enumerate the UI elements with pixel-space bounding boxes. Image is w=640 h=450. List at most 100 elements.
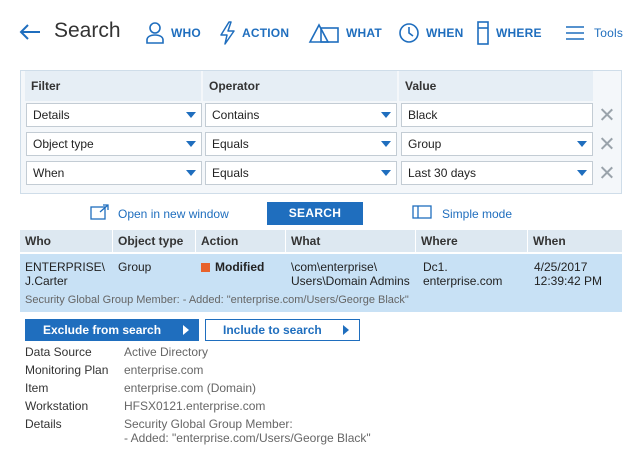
cell-object-type: Group: [118, 260, 152, 274]
detail-value-workstation: HFSX0121.enterprise.com: [124, 399, 266, 413]
top-bar: Search WHO ACTION WHAT WHEN WHERE Tools: [0, 0, 640, 64]
value-input-text: Black: [408, 108, 438, 122]
operator-select-value: Equals: [212, 166, 249, 180]
remove-filter-icon[interactable]: [599, 107, 615, 123]
operator-select[interactable]: Contains: [205, 103, 397, 127]
operator-select-value: Equals: [212, 137, 249, 151]
detail-label-item: Item: [25, 381, 49, 395]
cell-where-line1: Dc1.: [423, 260, 448, 274]
cell-what-line1: \com\enterprise\: [291, 260, 378, 274]
nav-where-label: WHERE: [496, 26, 542, 40]
nav-when[interactable]: WHEN: [398, 19, 463, 47]
cell-where: Dc1. enterprise.com: [423, 260, 533, 288]
value-select[interactable]: Group: [401, 132, 593, 156]
lightning-icon: [218, 21, 236, 45]
detail-value-item: enterprise.com (Domain): [124, 381, 257, 395]
filter-select[interactable]: Object type: [26, 132, 202, 156]
table-row[interactable]: ENTERPRISE\ J.Carter Group Modified \com…: [20, 254, 622, 312]
nav-what[interactable]: WHAT: [308, 19, 382, 47]
cell-when: 4/25/2017 12:39:42 PM: [534, 260, 624, 288]
value-input[interactable]: Black: [401, 103, 593, 127]
play-arrow-icon: [343, 325, 349, 335]
play-arrow-icon: [183, 325, 189, 335]
results-table-header: Who Object type Action What Where When: [20, 230, 622, 252]
detail-value-details-line2: - Added: "enterprise.com/Users/George Bl…: [124, 431, 371, 445]
column-header-action[interactable]: Action: [196, 230, 286, 252]
filter-select[interactable]: When: [26, 161, 202, 185]
clock-icon: [398, 22, 420, 44]
operator-select[interactable]: Equals: [205, 161, 397, 185]
modified-status-icon: [201, 262, 210, 272]
nav-tools[interactable]: Tools: [566, 19, 623, 47]
nav-who[interactable]: WHO: [145, 19, 201, 47]
cell-action: Modified: [201, 260, 291, 274]
filter-select-value: Details: [33, 108, 70, 122]
cell-who: ENTERPRISE\ J.Carter: [25, 260, 115, 288]
value-select-value: Last 30 days: [408, 166, 477, 180]
hamburger-icon: [566, 25, 584, 41]
detail-label-workstation: Workstation: [25, 399, 89, 413]
back-arrow-icon[interactable]: [18, 20, 42, 44]
column-header-who[interactable]: Who: [20, 230, 113, 252]
filter-select[interactable]: Details: [26, 103, 202, 127]
nav-when-label: WHEN: [426, 26, 464, 40]
include-to-search-button[interactable]: Include to search: [205, 319, 360, 341]
open-new-window-link[interactable]: Open in new window: [90, 204, 229, 223]
simple-mode-label: Simple mode: [442, 206, 513, 221]
open-new-window-label: Open in new window: [118, 206, 229, 221]
filter-select-value: When: [33, 166, 65, 180]
operator-column-header: Operator: [203, 71, 397, 101]
value-column-header: Value: [399, 71, 593, 101]
remove-filter-icon[interactable]: [599, 136, 615, 152]
value-select-value: Group: [408, 137, 442, 151]
cell-who-user: J.Carter: [25, 274, 68, 288]
detail-value-data-source: Active Directory: [124, 345, 209, 359]
cell-when-date: 4/25/2017: [534, 260, 588, 274]
nav-where[interactable]: WHERE: [476, 19, 542, 47]
detail-value-monitoring-plan: enterprise.com: [124, 363, 204, 377]
filter-column-header: Filter: [25, 71, 201, 101]
page-title: Search: [54, 19, 121, 42]
dropdown-arrow-icon: [577, 141, 587, 147]
include-label: Include to search: [223, 323, 322, 337]
detail-label-details: Details: [25, 417, 62, 431]
exclude-label: Exclude from search: [43, 323, 162, 337]
nav-action[interactable]: ACTION: [218, 19, 289, 47]
column-header-what[interactable]: What: [286, 230, 416, 252]
value-select[interactable]: Last 30 days: [401, 161, 593, 185]
operator-select-value: Contains: [212, 108, 260, 122]
row-detail-text: Security Global Group Member: - Added: "…: [25, 294, 409, 306]
filter-select-value: Object type: [33, 137, 94, 151]
dropdown-arrow-icon: [186, 170, 196, 176]
cell-where-line2: enterprise.com: [423, 274, 503, 288]
column-header-where[interactable]: Where: [416, 230, 528, 252]
dropdown-arrow-icon: [381, 141, 391, 147]
simple-mode-link[interactable]: Simple mode: [412, 204, 512, 223]
cell-action-text: Modified: [215, 260, 265, 274]
server-icon: [476, 21, 490, 45]
detail-value-details: Security Global Group Member: - Added: "…: [124, 417, 371, 445]
search-button[interactable]: SEARCH: [267, 202, 363, 225]
remove-filter-icon[interactable]: [599, 165, 615, 181]
nav-action-label: ACTION: [242, 26, 290, 40]
shapes-icon: [308, 22, 340, 44]
detail-value-details-line1: Security Global Group Member:: [124, 417, 293, 431]
filter-panel: Filter Operator Value Details Contains B…: [20, 70, 622, 194]
user-icon: [145, 21, 165, 45]
cell-when-time: 12:39:42 PM: [534, 274, 603, 288]
nav-what-label: WHAT: [346, 26, 382, 40]
cell-what-line2: Users\Domain Admins: [291, 274, 410, 288]
external-link-icon: [90, 204, 110, 223]
detail-label-data-source: Data Source: [25, 345, 92, 359]
cell-who-domain: ENTERPRISE\: [25, 260, 106, 274]
exclude-from-search-button[interactable]: Exclude from search: [25, 319, 199, 341]
detail-label-monitoring-plan: Monitoring Plan: [25, 363, 109, 377]
dropdown-arrow-icon: [186, 112, 196, 118]
nav-who-label: WHO: [171, 26, 201, 40]
column-header-object-type[interactable]: Object type: [113, 230, 196, 252]
dropdown-arrow-icon: [186, 141, 196, 147]
operator-select[interactable]: Equals: [205, 132, 397, 156]
dropdown-arrow-icon: [577, 170, 587, 176]
simple-mode-icon: [412, 204, 432, 223]
column-header-when[interactable]: When: [528, 230, 622, 252]
